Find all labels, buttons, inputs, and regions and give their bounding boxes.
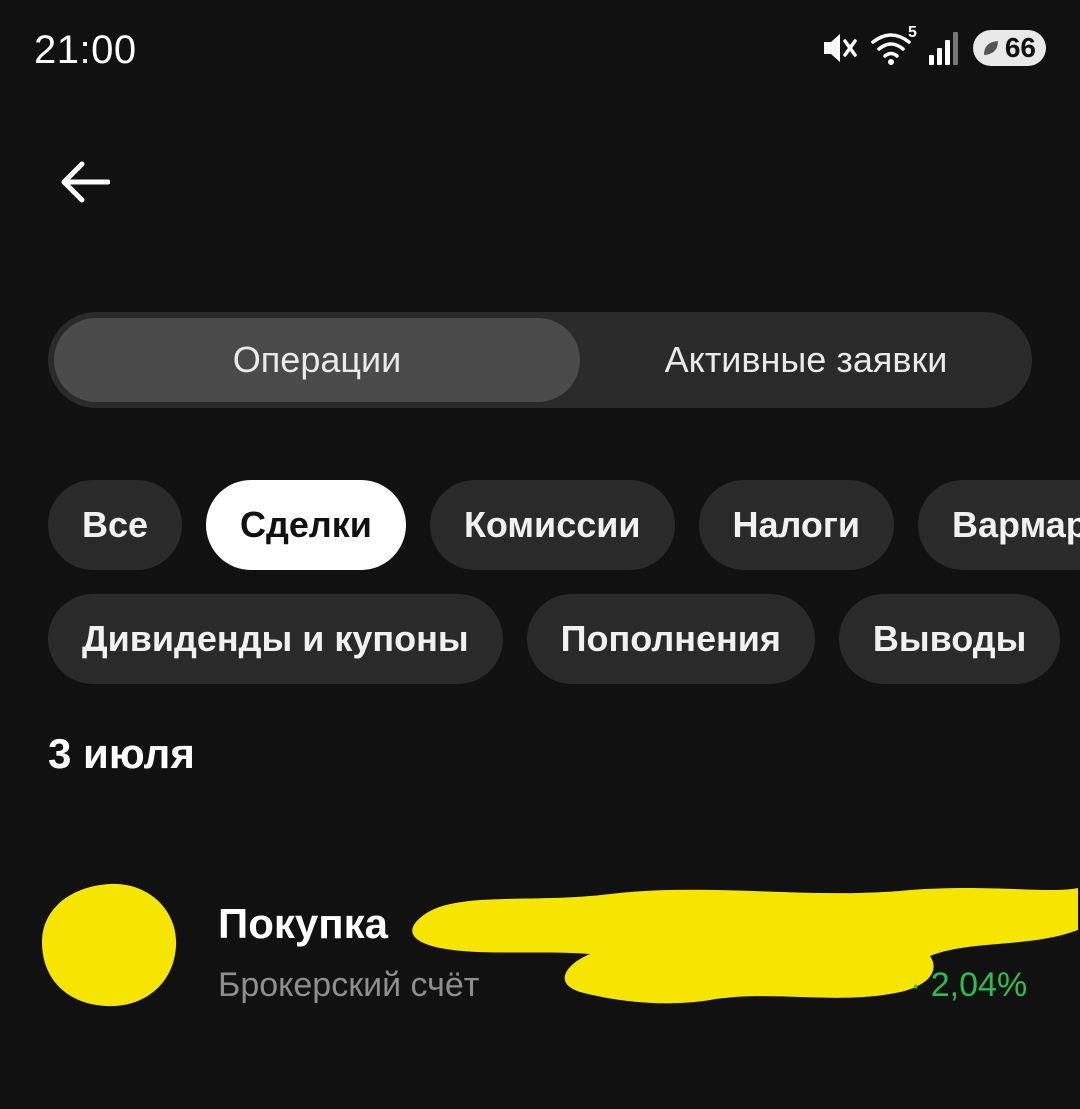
battery-icon: 66 bbox=[972, 30, 1046, 66]
leaf-icon bbox=[983, 41, 998, 55]
filter-chip-all[interactable]: Все bbox=[48, 480, 183, 570]
tab-active-orders[interactable]: Активные заявки bbox=[586, 318, 1026, 402]
signal-icon bbox=[928, 32, 958, 65]
filter-chip-withdrawals[interactable]: Выводы bbox=[838, 594, 1061, 684]
filter-chip-dividends[interactable]: Дивиденды и купоны bbox=[48, 594, 503, 684]
filter-chip-commissions[interactable]: Комиссии bbox=[429, 480, 675, 570]
wifi-icon: 5 bbox=[871, 24, 917, 66]
status-icons: 5 66 bbox=[821, 24, 1046, 66]
tab-operations[interactable]: Операции bbox=[54, 318, 580, 402]
operation-item[interactable]: Покупка Брокерский счёт · 2,04% bbox=[40, 870, 1080, 1020]
back-button[interactable] bbox=[50, 148, 118, 216]
filter-row-2: Дивиденды и купоны Пополнения Выводы bbox=[48, 594, 1061, 684]
wifi-badge: 5 bbox=[907, 24, 917, 41]
operation-change: · 2,04% bbox=[910, 966, 1028, 1004]
arrow-left-icon bbox=[61, 161, 110, 203]
filter-row-1: Все Сделки Комиссии Налоги Вармар bbox=[48, 480, 1080, 570]
filter-chip-taxes[interactable]: Налоги bbox=[698, 480, 895, 570]
operation-account: Брокерский счёт bbox=[218, 966, 480, 1004]
filter-chip-margin[interactable]: Вармар bbox=[918, 480, 1080, 570]
status-time: 21:00 bbox=[34, 28, 137, 72]
operation-title: Покупка bbox=[218, 900, 388, 947]
mute-icon bbox=[823, 34, 857, 62]
battery-level: 66 bbox=[1004, 32, 1036, 63]
filter-chip-trades[interactable]: Сделки bbox=[206, 480, 406, 570]
segmented-control: Операции Активные заявки bbox=[48, 312, 1032, 408]
date-header: 3 июля bbox=[48, 730, 195, 777]
status-bar: 21:00 5 66 bbox=[0, 0, 1080, 104]
filter-chip-deposits[interactable]: Пополнения bbox=[526, 594, 815, 684]
avatar bbox=[42, 883, 177, 1007]
